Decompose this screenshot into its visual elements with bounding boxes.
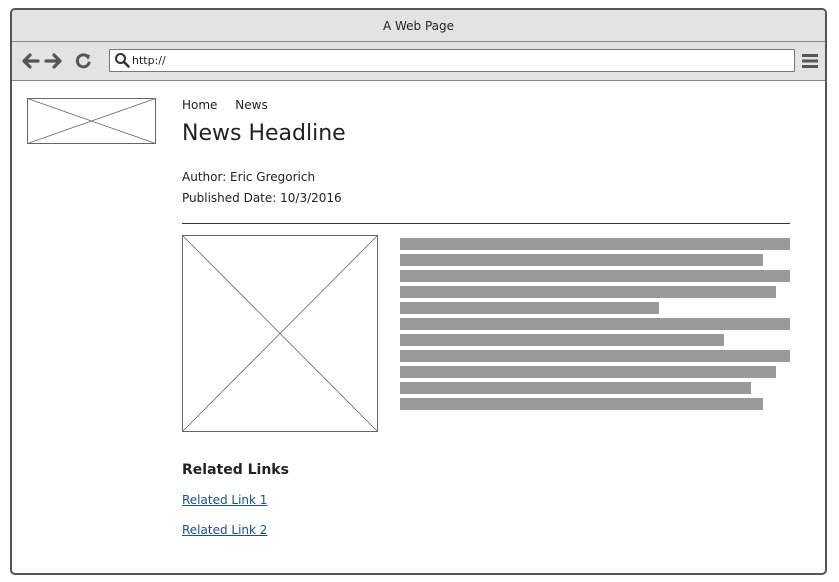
logo-image-placeholder (27, 98, 156, 144)
author-text: Author: Eric Gregorich (182, 170, 316, 184)
breadcrumb: Home News (182, 98, 282, 112)
article-text-placeholder (400, 238, 790, 414)
related-link-1[interactable]: Related Link 1 (182, 493, 267, 507)
text-line (400, 318, 790, 330)
text-line (400, 398, 763, 410)
text-line (400, 334, 724, 346)
text-line (400, 238, 790, 250)
hamburger-menu-icon (802, 54, 818, 68)
reload-button[interactable] (73, 51, 95, 71)
related-links-heading: Related Links (182, 462, 289, 478)
menu-button[interactable] (801, 52, 819, 70)
divider (182, 223, 790, 224)
text-line (400, 382, 751, 394)
text-line (400, 366, 777, 378)
text-line (400, 270, 790, 282)
text-line (400, 254, 763, 266)
arrow-right-icon (44, 53, 62, 69)
breadcrumb-home-link[interactable]: Home (182, 98, 217, 112)
arrow-left-icon (22, 53, 40, 69)
forward-button[interactable] (43, 51, 65, 71)
text-line (400, 350, 790, 362)
reload-icon (75, 53, 91, 69)
article-image-placeholder (182, 235, 378, 432)
window-title: A Web Page (382, 18, 455, 33)
breadcrumb-news-link[interactable]: News (235, 98, 267, 112)
text-line (400, 286, 777, 298)
text-line (400, 302, 660, 314)
published-date-text: Published Date: 10/3/2016 (182, 191, 342, 205)
search-icon (115, 53, 130, 68)
back-button[interactable] (19, 51, 41, 71)
title-bar: A Web Page (12, 10, 825, 42)
browser-window: A Web Page http:// Home News News Headli… (10, 8, 827, 575)
related-link-2[interactable]: Related Link 2 (182, 523, 267, 537)
url-input[interactable] (132, 52, 782, 69)
page-title: News Headline (182, 121, 346, 146)
browser-toolbar (12, 42, 825, 81)
address-bar[interactable] (109, 49, 795, 72)
